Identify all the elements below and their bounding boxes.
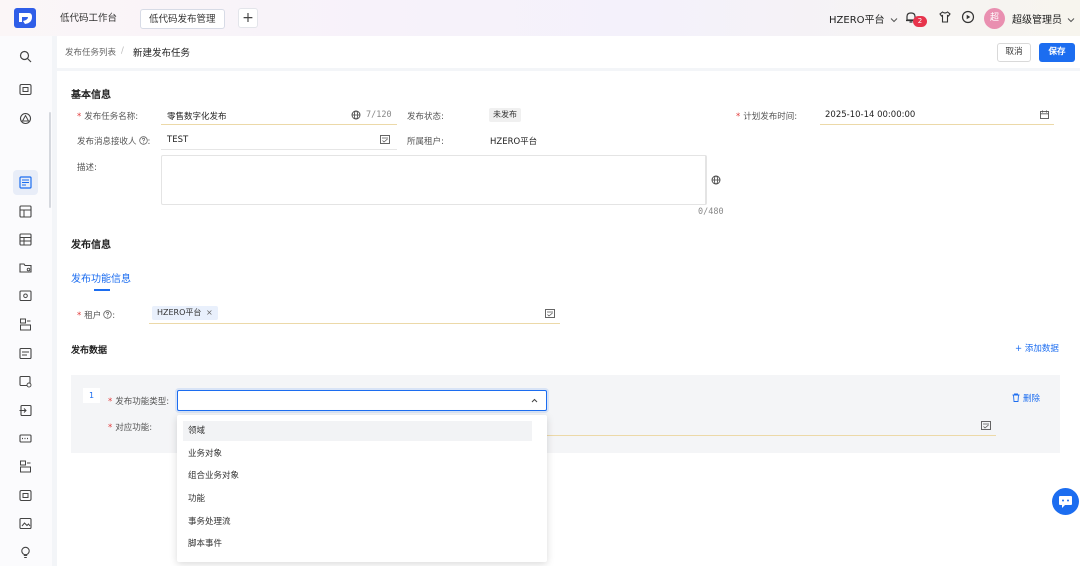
task-name-counter: 7/120: [366, 110, 392, 120]
form-icon[interactable]: [19, 347, 32, 360]
publish-icon[interactable]: [19, 176, 32, 189]
layout-icon[interactable]: [19, 318, 32, 331]
tab-lowcode-workbench[interactable]: 低代码工作台: [52, 9, 125, 29]
section-basic-info-title: 基本信息: [71, 90, 111, 101]
play-circle-icon[interactable]: [961, 10, 975, 24]
section-publish-info-title: 发布信息: [71, 240, 111, 251]
plan-time-underline: [820, 124, 1054, 125]
lookup-icon[interactable]: [380, 135, 390, 144]
plan-time-input[interactable]: 2025-10-14 00:00:00: [825, 110, 915, 120]
option-domain[interactable]: 领域: [183, 421, 532, 441]
floating-assistant-button[interactable]: [1052, 488, 1079, 515]
delete-row-button[interactable]: 删除: [1012, 392, 1040, 404]
screen-icon[interactable]: [19, 83, 32, 96]
cancel-button[interactable]: 取消: [997, 43, 1031, 62]
option-business-object[interactable]: 业务对象: [183, 444, 532, 464]
top-bar: 低代码工作台 低代码发布管理 + HZERO平台 2 超 超级管理员: [0, 0, 1080, 36]
option-script-event[interactable]: 脚本事件: [183, 534, 532, 554]
tenant-field-underline: [149, 323, 560, 324]
task-name-label: * 发布任务名称:: [77, 112, 139, 122]
lookup-icon[interactable]: [981, 421, 991, 430]
status-label: 发布状态:: [407, 112, 444, 122]
chevron-up-icon: [531, 398, 538, 403]
username: 超级管理员: [1012, 15, 1062, 26]
description-textarea[interactable]: [161, 155, 707, 205]
globe-icon[interactable]: [711, 175, 721, 185]
tenant-value: HZERO平台: [490, 137, 538, 147]
monitor-icon[interactable]: [19, 489, 32, 502]
receiver-label: 发布消息接收人:: [77, 136, 151, 147]
notification-badge: 2: [913, 16, 927, 27]
shirt-icon[interactable]: [938, 10, 952, 24]
receiver-underline: [161, 149, 397, 150]
breadcrumb-separator: /: [121, 46, 124, 56]
folder-settings-icon[interactable]: [19, 261, 32, 274]
tenant-tag: HZERO平台 ×: [152, 306, 218, 320]
tab-publish-function-info[interactable]: 发布功能信息: [71, 270, 131, 285]
task-name-input[interactable]: 零售数字化发布: [167, 110, 227, 122]
box-icon[interactable]: [19, 289, 32, 302]
status-badge: 未发布: [489, 108, 521, 122]
sidebar-scrollbar[interactable]: [49, 112, 51, 208]
breadcrumb-parent[interactable]: 发布任务列表: [65, 46, 116, 58]
import-icon[interactable]: [19, 404, 32, 417]
table-icon[interactable]: [19, 233, 32, 246]
function-field-underline: [547, 435, 996, 436]
calendar-icon[interactable]: [1040, 110, 1049, 119]
breadcrumb-bar: 发布任务列表 / 新建发布任务 取消 保存: [57, 36, 1080, 68]
option-function[interactable]: 功能: [183, 489, 532, 509]
chevron-down-icon: [890, 18, 898, 23]
help-icon: [103, 310, 112, 319]
subtab-active-indicator: [94, 289, 110, 291]
option-transaction-flow[interactable]: 事务处理流: [183, 512, 532, 532]
tenant-name: HZERO平台: [829, 15, 885, 26]
description-label: 描述:: [77, 163, 97, 173]
lookup-icon[interactable]: [545, 309, 555, 318]
user-menu[interactable]: 超级管理员: [1012, 11, 1075, 26]
layout-alt-icon[interactable]: [19, 460, 32, 473]
globe-icon[interactable]: [351, 110, 361, 120]
help-icon: [138, 136, 148, 145]
add-tab-button[interactable]: +: [238, 8, 258, 28]
tag-close-icon[interactable]: ×: [206, 308, 213, 317]
grid-icon[interactable]: [19, 205, 32, 218]
sidebar: [0, 36, 52, 566]
function-type-select[interactable]: [177, 390, 547, 411]
image-icon[interactable]: [19, 517, 32, 530]
save-button[interactable]: 保存: [1039, 43, 1075, 62]
keyboard-icon[interactable]: [19, 432, 32, 445]
section-publish-data-title: 发布数据: [71, 346, 108, 356]
panel-settings-icon[interactable]: [19, 375, 32, 388]
option-composite-business-object[interactable]: 组合业务对象: [183, 466, 532, 486]
tenant-tag-label: HZERO平台: [157, 308, 202, 317]
function-type-label: * 发布功能类型:: [108, 397, 170, 407]
user-avatar[interactable]: 超: [984, 8, 1005, 29]
function-type-dropdown: 领域 业务对象 组合业务对象 功能 事务处理流 脚本事件: [177, 415, 547, 562]
cube-icon[interactable]: [19, 112, 32, 125]
trash-icon: [1012, 393, 1020, 402]
description-counter: 0/480: [698, 207, 724, 217]
search-icon[interactable]: [19, 50, 32, 63]
page-title: 新建发布任务: [133, 48, 191, 59]
publish-tenant-label: * 租户:: [77, 310, 116, 321]
receiver-input[interactable]: TEST: [167, 135, 188, 145]
textarea-divider: [705, 155, 706, 205]
app-logo[interactable]: [14, 8, 36, 28]
lightbulb-icon[interactable]: [19, 546, 32, 559]
task-name-underline: [161, 124, 397, 125]
tab-lowcode-publish-management[interactable]: 低代码发布管理: [140, 9, 225, 29]
chat-icon: [1059, 496, 1072, 508]
tenant-switcher[interactable]: HZERO平台: [829, 11, 898, 26]
add-data-button[interactable]: + 添加数据: [1015, 342, 1059, 354]
row-index: 1: [83, 388, 100, 403]
function-label: * 对应功能:: [108, 423, 153, 433]
tenant-label: 所属租户:: [407, 137, 444, 147]
chevron-down-icon: [1067, 18, 1075, 23]
plus-icon: +: [1015, 344, 1025, 354]
plan-time-label: * 计划发布时间:: [736, 112, 798, 122]
